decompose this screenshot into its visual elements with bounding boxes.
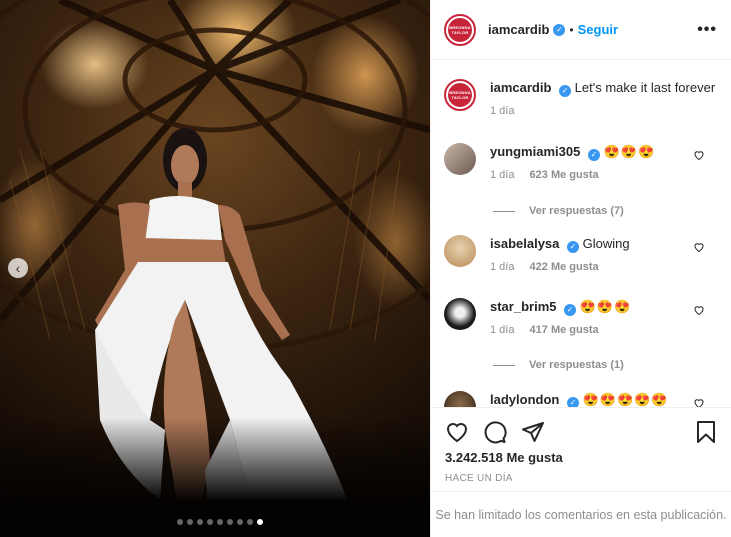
comment-time[interactable]: 1 día	[490, 261, 514, 273]
post-header: BREONNA TAYLOR iamcardib ✓ • Seguir •••	[431, 0, 731, 60]
comment-text: 😍😍😍	[603, 144, 656, 159]
comment-time[interactable]: 1 día	[490, 169, 514, 181]
carousel-prev-button[interactable]: ‹	[8, 258, 28, 278]
comment-text: Glowing	[582, 236, 630, 251]
verified-icon: ✓	[567, 241, 580, 253]
comment-time[interactable]: 1 día	[490, 324, 514, 336]
carousel-dot	[187, 519, 193, 525]
verified-icon: ✓	[564, 304, 577, 316]
heart-icon[interactable]	[693, 397, 705, 407]
verified-icon: ✓	[587, 149, 600, 161]
replies-line	[493, 364, 515, 366]
view-replies-button[interactable]: Ver respuestas (7)	[493, 205, 624, 217]
chevron-left-icon: ‹	[15, 260, 21, 276]
follow-button[interactable]: Seguir	[578, 22, 618, 37]
carousel-dot	[227, 519, 233, 525]
comment-item: star_brim5 ✓ 😍😍😍 1 día 417 Me gusta	[444, 298, 717, 336]
comment-text: 😍😍😍	[579, 299, 632, 314]
comment-item: yungmiami305 ✓ 😍😍😍 1 día 623 Me gusta	[444, 143, 717, 181]
caption-time[interactable]: 1 día	[490, 105, 514, 117]
verified-icon: ✓	[559, 85, 572, 97]
caption-text: Let's make it last forever	[574, 80, 716, 95]
avatar-logo: BREONNA TAYLOR	[448, 17, 472, 42]
commenter-avatar[interactable]	[444, 235, 476, 267]
comment-text: 😍😍😍😍😍	[582, 392, 669, 407]
comment-likes[interactable]: 623 Me gusta	[530, 169, 599, 181]
view-replies-label: Ver respuestas (7)	[529, 205, 624, 217]
post-photo[interactable]: ‹	[0, 0, 430, 537]
bookmark-icon[interactable]	[695, 420, 717, 444]
verified-icon: ✓	[566, 397, 579, 407]
post-actions: 3.242.518 Me gusta HACE UN DÍA	[431, 407, 731, 484]
carousel-dot	[247, 519, 253, 525]
share-icon[interactable]	[521, 420, 545, 444]
post-modal: ‹ BREONNA TAYLOR iamcardib ✓ • Seguir ••…	[0, 0, 731, 537]
comments-list[interactable]: BREONNA TAYLOR iamcardib ✓ Let's make it…	[431, 61, 731, 407]
caption: BREONNA TAYLOR iamcardib ✓ Let's make it…	[444, 79, 717, 117]
heart-icon[interactable]	[445, 420, 469, 444]
heart-icon[interactable]	[693, 241, 705, 253]
replies-line	[493, 210, 515, 212]
author-username[interactable]: iamcardib	[488, 22, 549, 37]
comment-icon[interactable]	[483, 420, 507, 444]
carousel-dot	[207, 519, 213, 525]
caption-avatar[interactable]: BREONNA TAYLOR	[444, 79, 476, 111]
comment-username[interactable]: yungmiami305	[490, 144, 580, 159]
carousel-dot	[197, 519, 203, 525]
carousel-dot	[177, 519, 183, 525]
commenter-avatar[interactable]	[444, 391, 476, 407]
comment-username[interactable]: isabelalysa	[490, 236, 559, 251]
post-panel: BREONNA TAYLOR iamcardib ✓ • Seguir ••• …	[430, 0, 731, 537]
view-replies-button[interactable]: Ver respuestas (1)	[493, 359, 624, 371]
comment-item: ladylondon ✓ 😍😍😍😍😍	[444, 391, 717, 407]
comment-item: isabelalysa ✓ Glowing 1 día 422 Me gusta	[444, 235, 717, 273]
author-avatar[interactable]: BREONNA TAYLOR	[444, 13, 476, 46]
carousel-dot	[257, 519, 263, 525]
more-icon[interactable]: •••	[697, 21, 717, 39]
likes-count[interactable]: 3.242.518 Me gusta	[445, 450, 717, 465]
comment-username[interactable]: star_brim5	[490, 299, 556, 314]
carousel-dot	[217, 519, 223, 525]
commenter-avatar[interactable]	[444, 143, 476, 175]
comment-username[interactable]: ladylondon	[490, 392, 559, 407]
verified-icon: ✓	[553, 23, 566, 36]
caption-username[interactable]: iamcardib	[490, 80, 551, 95]
heart-icon[interactable]	[693, 304, 705, 316]
commenter-avatar[interactable]	[444, 298, 476, 330]
post-timestamp[interactable]: HACE UN DÍA	[445, 473, 717, 484]
comment-likes[interactable]: 417 Me gusta	[530, 324, 599, 336]
comments-limited-notice: Se han limitado los comentarios en esta …	[431, 491, 731, 537]
carousel-indicator	[0, 519, 430, 525]
comment-likes[interactable]: 422 Me gusta	[530, 261, 599, 273]
separator-dot: •	[569, 22, 574, 37]
avatar-logo: BREONNA TAYLOR	[448, 83, 472, 107]
carousel-dot	[237, 519, 243, 525]
view-replies-label: Ver respuestas (1)	[529, 359, 624, 371]
heart-icon[interactable]	[693, 149, 705, 161]
